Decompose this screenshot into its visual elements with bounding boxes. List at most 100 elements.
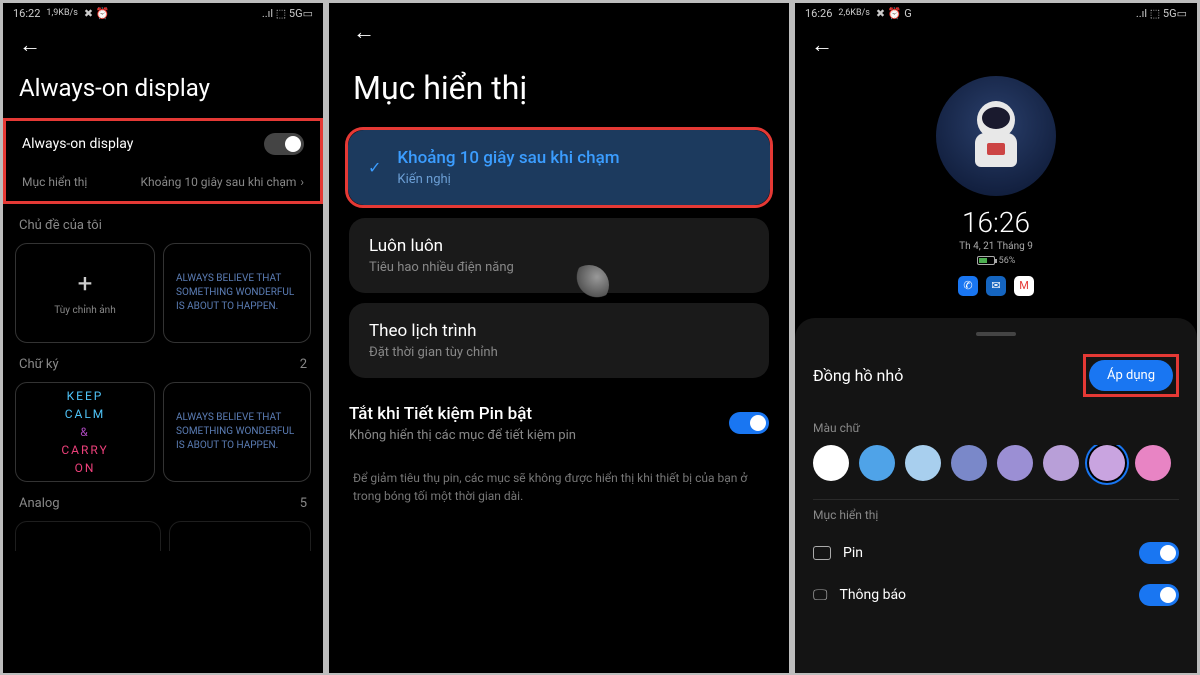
tile-believe-text: ALWAYS BELIEVE THAT SOMETHING WONDERFUL … bbox=[176, 272, 298, 314]
status-bar: 16:26 2,6KB/s ✖ ⏰ G ..ıl ⬚ 5G▭ bbox=[795, 3, 1197, 24]
phone-screen-3: 16:26 2,6KB/s ✖ ⏰ G ..ıl ⬚ 5G▭ ← 16:26 T… bbox=[795, 3, 1197, 673]
page-title: Mục hiển thị bbox=[329, 61, 789, 127]
preview-battery-pct: 56% bbox=[999, 256, 1016, 266]
status-right: ..ıl ⬚ 5G▭ bbox=[1136, 7, 1187, 20]
gmail-icon: M bbox=[1014, 276, 1034, 296]
back-button[interactable]: ← bbox=[329, 3, 789, 61]
astronaut-illustration bbox=[936, 76, 1056, 196]
battery-outline-icon bbox=[813, 546, 831, 560]
tile-custom-label: Tùy chỉnh ảnh bbox=[54, 305, 115, 316]
color-swatch[interactable] bbox=[997, 445, 1033, 481]
section-themes-label: Chủ đề của tôi bbox=[3, 204, 323, 243]
back-button[interactable]: ← bbox=[795, 24, 1197, 66]
items-label: Mục hiển thị bbox=[813, 508, 1179, 522]
status-right: ..ıl ⬚ 5G▭ bbox=[262, 7, 313, 20]
sheet-title: Đồng hồ nhỏ bbox=[813, 366, 903, 385]
row-pin-label: Pin bbox=[843, 545, 863, 561]
color-swatch[interactable] bbox=[859, 445, 895, 481]
status-speed: 1,9KB/s bbox=[46, 8, 78, 18]
preview-battery: 56% bbox=[977, 256, 1016, 266]
kc-line: ON bbox=[61, 459, 108, 477]
highlighted-section: Always-on display Mục hiển thị Khoảng 10… bbox=[3, 118, 323, 204]
plus-icon: + bbox=[78, 269, 93, 299]
tile-sig-believe-text: ALWAYS BELIEVE THAT SOMETHING WONDERFUL … bbox=[176, 411, 298, 453]
aod-preview: 16:26 Th 4, 21 Tháng 9 56% ✆ ✉ M bbox=[795, 66, 1197, 310]
option-schedule[interactable]: Theo lịch trình Đặt thời gian tùy chỉnh bbox=[349, 303, 769, 378]
phone-screen-1: 16:22 1,9KB/s ✖ ⏰ ..ıl ⬚ 5G▭ ← Always-on… bbox=[3, 3, 323, 673]
tile-sig-believe[interactable]: ALWAYS BELIEVE THAT SOMETHING WONDERFUL … bbox=[163, 382, 311, 482]
battery-saver-title: Tắt khi Tiết kiệm Pin bật bbox=[349, 404, 576, 424]
color-swatch[interactable] bbox=[951, 445, 987, 481]
color-swatch[interactable] bbox=[1089, 445, 1125, 481]
tile-keep-calm[interactable]: KEEP CALM & CARRY ON bbox=[15, 382, 155, 482]
preview-date: Th 4, 21 Tháng 9 bbox=[959, 241, 1033, 252]
section-analog-count: 5 bbox=[300, 496, 307, 511]
highlighted-option: ✓ Khoảng 10 giây sau khi chạm Kiến nghị bbox=[345, 127, 773, 208]
color-swatches bbox=[813, 445, 1179, 485]
section-signature-label: Chữ ký bbox=[19, 357, 59, 372]
kc-line: CALM bbox=[61, 405, 108, 423]
phone-screen-2: ← Mục hiển thị ✓ Khoảng 10 giây sau khi … bbox=[329, 3, 789, 673]
aod-toggle-label: Always-on display bbox=[22, 136, 133, 152]
kc-line: KEEP bbox=[61, 387, 108, 405]
status-icons: ✖ ⏰ G bbox=[876, 7, 912, 20]
option-always[interactable]: Luôn luôn Tiêu hao nhiều điện năng bbox=[349, 218, 769, 293]
preview-time: 16:26 bbox=[962, 206, 1030, 239]
status-bar: 16:22 1,9KB/s ✖ ⏰ ..ıl ⬚ 5G▭ bbox=[3, 3, 323, 24]
display-mode-label: Mục hiển thị bbox=[22, 175, 87, 189]
tile-analog-2[interactable]: ∞ bbox=[169, 521, 311, 551]
aod-toggle-row[interactable]: Always-on display bbox=[6, 121, 320, 167]
color-label: Màu chữ bbox=[813, 421, 1179, 435]
option-title: Luôn luôn bbox=[369, 236, 749, 256]
tile-custom-image[interactable]: + Tùy chỉnh ảnh bbox=[15, 243, 155, 343]
help-text: Để giảm tiêu thụ pin, các mục sẽ không đ… bbox=[329, 459, 789, 515]
page-title: Always-on display bbox=[3, 66, 323, 118]
status-speed: 2,6KB/s bbox=[838, 8, 870, 18]
color-swatch[interactable] bbox=[1043, 445, 1079, 481]
option-subtitle: Kiến nghị bbox=[397, 172, 619, 187]
phone-icon: ✆ bbox=[958, 276, 978, 296]
kc-line: & bbox=[61, 423, 108, 441]
row-notification[interactable]: 🖵 Thông báo bbox=[813, 574, 1179, 616]
status-icons: ✖ ⏰ bbox=[84, 7, 110, 20]
section-analog-label: Analog bbox=[19, 496, 60, 511]
row-notif-label: Thông báo bbox=[839, 587, 906, 603]
pin-toggle[interactable] bbox=[1139, 542, 1179, 564]
customization-sheet: Đồng hồ nhỏ Áp dụng Màu chữ Mục hiển thị… bbox=[795, 318, 1197, 673]
color-swatch[interactable] bbox=[813, 445, 849, 481]
option-title: Khoảng 10 giây sau khi chạm bbox=[397, 148, 619, 168]
battery-saver-toggle[interactable] bbox=[729, 412, 769, 434]
option-subtitle: Đặt thời gian tùy chỉnh bbox=[369, 345, 749, 360]
option-10s-after-tap[interactable]: ✓ Khoảng 10 giây sau khi chạm Kiến nghị bbox=[348, 130, 770, 205]
apply-button[interactable]: Áp dụng bbox=[1089, 360, 1173, 391]
status-time: 16:22 bbox=[13, 7, 40, 20]
section-signature-count: 2 bbox=[300, 357, 307, 372]
option-title: Theo lịch trình bbox=[369, 321, 749, 341]
notif-toggle[interactable] bbox=[1139, 584, 1179, 606]
infinity-icon: ∞ bbox=[290, 548, 304, 551]
aod-toggle[interactable] bbox=[264, 133, 304, 155]
battery-saver-sub: Không hiển thị các mục để tiết kiệm pin bbox=[349, 428, 576, 443]
back-button[interactable]: ← bbox=[3, 24, 323, 66]
kc-line: CARRY bbox=[61, 441, 108, 459]
section-signature: Chữ ký 2 bbox=[3, 343, 323, 382]
preview-app-icons: ✆ ✉ M bbox=[958, 276, 1034, 296]
option-subtitle: Tiêu hao nhiều điện năng bbox=[369, 260, 749, 275]
status-time: 16:26 bbox=[805, 7, 832, 20]
section-analog: Analog 5 bbox=[3, 482, 323, 521]
messages-icon: ✉ bbox=[986, 276, 1006, 296]
highlighted-apply: Áp dụng bbox=[1083, 354, 1179, 397]
display-mode-row[interactable]: Mục hiển thị Khoảng 10 giây sau khi chạm… bbox=[6, 167, 320, 201]
battery-saver-row[interactable]: Tắt khi Tiết kiệm Pin bật Không hiển thị… bbox=[329, 388, 789, 459]
color-swatch[interactable] bbox=[905, 445, 941, 481]
color-swatch[interactable] bbox=[1135, 445, 1171, 481]
notification-icon: 🖵 bbox=[813, 586, 827, 604]
tile-analog-1[interactable] bbox=[15, 521, 161, 551]
chevron-right-icon: › bbox=[300, 175, 304, 189]
row-pin[interactable]: Pin bbox=[813, 532, 1179, 574]
sheet-handle[interactable] bbox=[976, 332, 1016, 336]
tile-theme-believe[interactable]: ALWAYS BELIEVE THAT SOMETHING WONDERFUL … bbox=[163, 243, 311, 343]
battery-icon bbox=[977, 256, 995, 265]
check-icon: ✓ bbox=[368, 158, 381, 177]
display-mode-value: Khoảng 10 giây sau khi chạm bbox=[140, 175, 296, 189]
